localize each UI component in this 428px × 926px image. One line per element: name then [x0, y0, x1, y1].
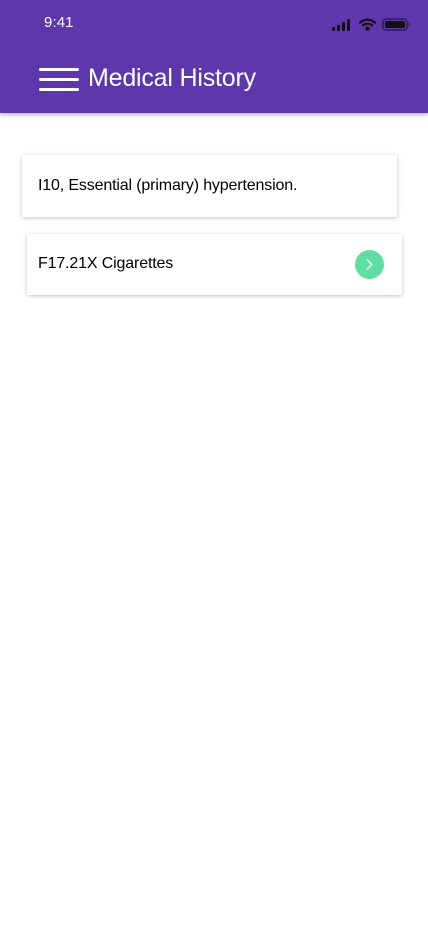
chevron-right-icon — [366, 259, 373, 270]
hamburger-menu-button[interactable] — [39, 67, 79, 93]
medical-history-screen: 9:41 Medical History I10, Essential (pri… — [0, 0, 428, 926]
page-title: Medical History — [88, 64, 256, 92]
medical-history-item-label: I10, Essential (primary) hypertension. — [38, 177, 298, 194]
hamburger-menu-icon — [39, 68, 79, 71]
battery-icon — [382, 17, 410, 31]
medical-history-item-hypertension[interactable]: I10, Essential (primary) hypertension. — [22, 155, 397, 217]
open-item-button[interactable] — [355, 250, 384, 279]
top-app-bar: 9:41 Medical History — [0, 0, 428, 113]
medical-history-item-cigarettes[interactable]: F17.21X Cigarettes — [27, 234, 402, 295]
status-icons — [332, 17, 411, 31]
hamburger-menu-icon — [39, 88, 79, 91]
signal-icon — [332, 18, 350, 31]
app-header: Medical History — [0, 55, 428, 103]
medical-history-item-label: F17.21X Cigarettes — [38, 255, 174, 272]
hamburger-menu-icon — [39, 78, 79, 81]
status-time: 9:41 — [44, 14, 74, 31]
wifi-icon — [359, 18, 376, 31]
